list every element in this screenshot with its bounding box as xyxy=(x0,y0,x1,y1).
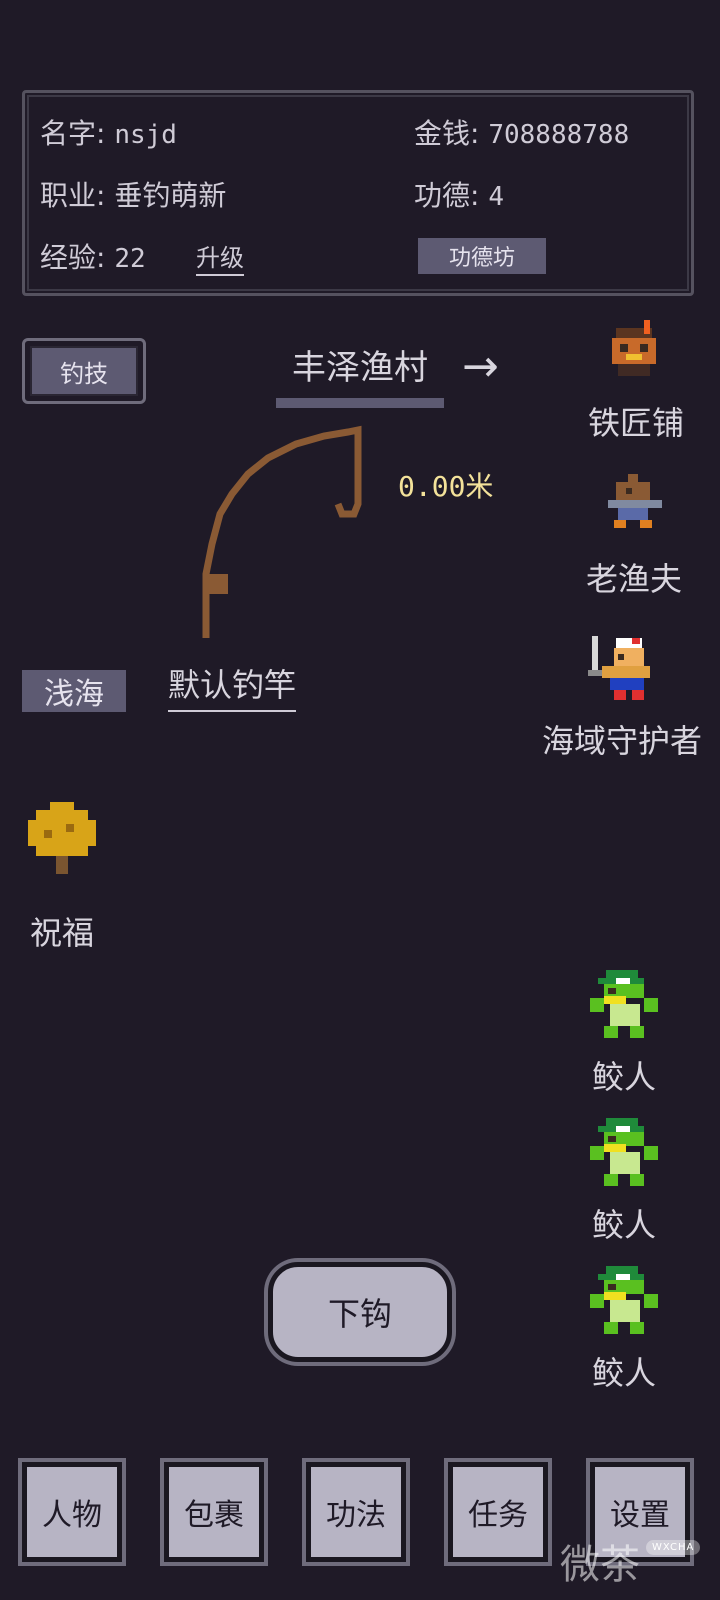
exp-row: 经验: 22 xyxy=(40,236,146,276)
name-label: 名字: xyxy=(40,117,106,150)
job-row: 职业: 垂钓萌新 xyxy=(40,174,226,214)
exp-label: 经验: xyxy=(40,241,106,274)
upgrade-button[interactable]: 升级 xyxy=(196,244,244,276)
merfolk-label-3[interactable]: 鲛人 xyxy=(588,1348,660,1394)
old-fisherman-icon xyxy=(608,474,662,528)
merit-value: 4 xyxy=(488,182,504,212)
nav-character-button[interactable]: 人物 xyxy=(22,1462,122,1562)
cast-distance: 0.00米 xyxy=(398,470,494,503)
next-location-arrow-icon[interactable]: → xyxy=(462,345,499,389)
nav-inventory-button[interactable]: 包裹 xyxy=(164,1462,264,1562)
merfolk-icon xyxy=(590,1266,658,1334)
blacksmith-label[interactable]: 铁匠铺 xyxy=(588,398,684,444)
blessing-tree[interactable] xyxy=(28,802,96,878)
name-row: 名字: nsjd xyxy=(40,112,177,152)
sea-guardian-icon xyxy=(588,636,650,700)
merit-row: 功德: 4 xyxy=(414,174,504,214)
job-value: 垂钓萌新 xyxy=(114,179,227,212)
merfolk-icon xyxy=(590,1118,658,1186)
merit-label: 功德: xyxy=(414,179,480,212)
cast-hook-button[interactable]: 下钩 xyxy=(268,1262,452,1362)
watermark-text: 微茶 xyxy=(560,1542,640,1588)
old-fisherman-npc[interactable] xyxy=(604,474,664,536)
merfolk-icon xyxy=(590,970,658,1038)
job-label: 职业: xyxy=(40,179,106,212)
watermark-tag: WXCHA xyxy=(646,1540,701,1555)
nav-techniques-button[interactable]: 功法 xyxy=(306,1462,406,1562)
nav-quests-button[interactable]: 任务 xyxy=(448,1462,548,1562)
fishing-area-selector[interactable]: 浅海 xyxy=(22,670,126,712)
merfolk-enemy-2[interactable] xyxy=(588,1118,660,1194)
location-underline xyxy=(276,398,444,408)
exp-value: 22 xyxy=(114,244,146,274)
blacksmith-icon xyxy=(612,320,656,376)
merfolk-enemy-1[interactable] xyxy=(588,970,660,1046)
rod-name[interactable]: 默认钓竿 xyxy=(168,660,297,712)
blacksmith-npc[interactable] xyxy=(604,320,664,382)
golden-tree-icon xyxy=(28,802,96,874)
merit-shop-button[interactable]: 功德坊 xyxy=(418,238,546,274)
merfolk-label-1[interactable]: 鲛人 xyxy=(588,1052,660,1098)
sea-guardian-npc[interactable] xyxy=(588,636,660,708)
money-row: 金钱: 708888788 xyxy=(414,112,629,152)
fishing-skills-label: 钓技 xyxy=(30,346,138,396)
merfolk-enemy-3[interactable] xyxy=(588,1266,660,1342)
name-value: nsjd xyxy=(114,120,177,150)
upgrade-link-wrap: 升级 xyxy=(196,238,244,276)
sea-guardian-label[interactable]: 海域守护者 xyxy=(542,716,702,762)
location-title[interactable]: 丰泽渔村 xyxy=(276,340,444,389)
fishing-rod-icon xyxy=(202,425,362,638)
money-label: 金钱: xyxy=(414,117,480,150)
old-fisherman-label[interactable]: 老渔夫 xyxy=(584,554,684,600)
money-value: 708888788 xyxy=(488,120,630,150)
merfolk-label-2[interactable]: 鲛人 xyxy=(588,1200,660,1246)
fishing-skills-button[interactable]: 钓技 xyxy=(22,338,146,404)
blessing-label[interactable]: 祝福 xyxy=(30,908,94,954)
